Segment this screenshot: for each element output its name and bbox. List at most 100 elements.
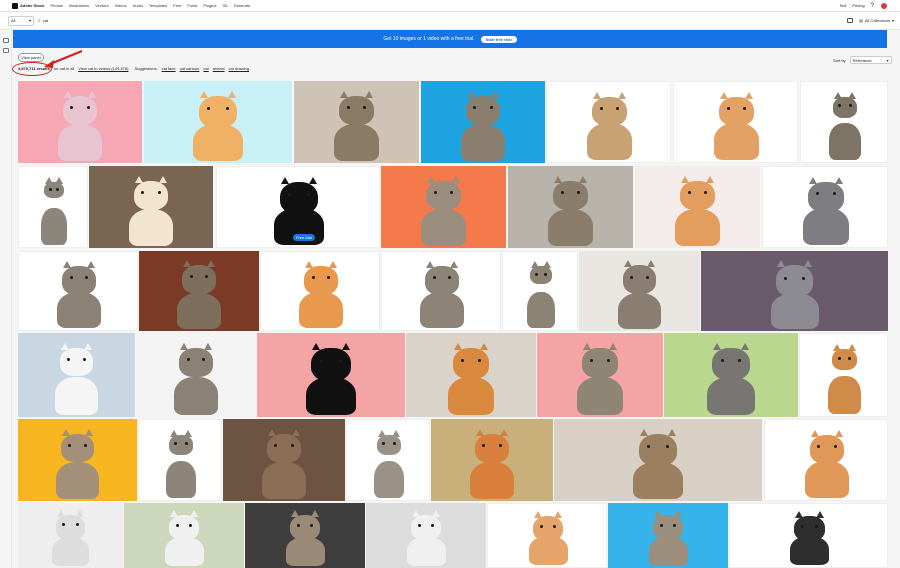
image-result-tile[interactable] <box>18 419 137 501</box>
image-result-tile[interactable] <box>608 503 728 568</box>
cat-eye <box>85 276 89 280</box>
visual-search-icon[interactable] <box>847 18 854 23</box>
image-result-tile[interactable] <box>635 166 760 248</box>
image-result-tile[interactable] <box>664 333 798 417</box>
image-result-tile[interactable] <box>546 81 671 163</box>
image-result-tile[interactable] <box>406 333 536 417</box>
image-result-tile[interactable] <box>701 251 888 331</box>
cat-eye <box>599 107 603 111</box>
image-result-tile[interactable] <box>381 166 506 248</box>
image-result-tile[interactable] <box>124 503 244 568</box>
cat-eye <box>498 443 502 447</box>
image-result-tile[interactable] <box>729 503 888 568</box>
nav-link[interactable]: Photos <box>50 3 62 8</box>
image-result-tile[interactable] <box>136 333 256 417</box>
free-trial-badge[interactable]: Free trial <box>293 234 315 241</box>
image-result-tile[interactable] <box>89 166 213 248</box>
suggestion-link[interactable]: cat <box>203 66 208 71</box>
cat-figure <box>587 123 632 160</box>
image-result-tile[interactable] <box>508 166 633 248</box>
image-result-tile[interactable] <box>800 81 888 163</box>
cat-ear <box>531 261 540 269</box>
nav-link[interactable]: 3D <box>223 3 228 8</box>
image-result-tile[interactable] <box>537 333 663 417</box>
search-icon: ⌕ <box>38 17 41 24</box>
image-result-tile[interactable] <box>381 251 501 331</box>
cat-ear <box>593 91 602 99</box>
cat-eye <box>704 191 708 195</box>
nav-link[interactable]: Templates <box>149 3 167 8</box>
image-result-tile[interactable] <box>18 166 88 248</box>
cat-ear <box>554 175 563 183</box>
search-input[interactable]: ⌕ cat <box>38 16 847 26</box>
image-result-tile[interactable] <box>431 419 553 501</box>
nav-link[interactable]: Videos <box>114 3 126 8</box>
image-result-tile[interactable] <box>223 419 345 501</box>
nav-link[interactable]: Vectors <box>95 3 108 8</box>
nav-link[interactable]: Plugins <box>203 3 216 8</box>
nav-link[interactable]: Generate <box>234 3 251 8</box>
cat-eye <box>645 275 649 279</box>
image-result-tile[interactable] <box>138 419 222 501</box>
suggestion-link[interactable]: cat drawing <box>229 66 249 71</box>
image-result-tile[interactable] <box>487 503 607 568</box>
cat-ear <box>312 343 321 351</box>
nav-link[interactable]: Illustrations <box>69 3 89 8</box>
cat-head <box>712 343 750 380</box>
nav-link[interactable]: Free <box>173 3 181 8</box>
nav-link[interactable]: Audio <box>133 3 143 8</box>
image-result-tile[interactable] <box>762 166 888 248</box>
adobe-stock-logo[interactable]: Adobe Stock <box>12 2 44 9</box>
image-result-tile[interactable] <box>579 251 700 331</box>
image-result-tile[interactable] <box>554 419 762 501</box>
filter-icon[interactable] <box>3 38 9 43</box>
cat-ear <box>427 175 436 183</box>
library-icon[interactable] <box>3 48 9 53</box>
cat-figure <box>177 293 221 329</box>
image-result-tile[interactable] <box>673 81 798 163</box>
image-result-tile[interactable] <box>245 503 365 568</box>
sell-link[interactable]: Sell <box>840 3 847 8</box>
image-result-tile[interactable] <box>18 503 123 568</box>
cat-head <box>809 429 845 465</box>
suggestion-link[interactable]: animal <box>213 66 225 71</box>
image-result-tile[interactable] <box>346 419 430 501</box>
image-result-tile[interactable] <box>799 333 888 417</box>
cat-eye <box>48 187 52 191</box>
image-result-tile[interactable] <box>18 81 142 163</box>
image-result-tile[interactable] <box>366 503 486 568</box>
adobe-logo-icon <box>12 2 18 9</box>
cat-ear <box>713 343 722 351</box>
cat-figure <box>803 208 849 245</box>
cat-head <box>832 344 857 371</box>
suggestion-link[interactable]: cat face <box>162 66 176 71</box>
nav-link[interactable]: Fonts <box>187 3 197 8</box>
image-result-tile[interactable] <box>18 251 138 331</box>
sort-select[interactable]: Relevance ▾ <box>849 56 892 64</box>
image-result-tile[interactable] <box>502 251 578 331</box>
cat-eye <box>432 276 436 280</box>
image-result-tile[interactable] <box>764 419 888 501</box>
image-result-tile[interactable] <box>144 81 292 163</box>
cat-eye <box>346 106 350 110</box>
image-result-tile[interactable] <box>421 81 545 163</box>
image-result-tile[interactable]: Free trial <box>216 166 380 248</box>
cat-eye <box>274 443 278 447</box>
asset-type-select[interactable]: All ▾ <box>8 15 34 26</box>
cat-eye <box>433 191 437 195</box>
collections-select[interactable]: ▤ All Collections ▾ <box>859 18 894 23</box>
image-result-tile[interactable] <box>260 251 380 331</box>
pricing-link[interactable]: Pricing <box>852 3 864 8</box>
cat-eye <box>539 524 543 528</box>
start-free-trial-button[interactable]: Start free trial <box>480 35 517 43</box>
image-result-tile[interactable] <box>18 333 135 417</box>
cat-eye <box>720 359 724 363</box>
suggestion-link[interactable]: cat cartoon <box>180 66 200 71</box>
search-query: cat <box>42 18 49 23</box>
image-result-tile[interactable] <box>139 251 259 331</box>
cat-figure <box>406 536 446 566</box>
image-result-tile[interactable] <box>257 333 405 417</box>
avatar[interactable] <box>880 1 888 10</box>
help-icon[interactable]: ? <box>871 3 874 9</box>
image-result-tile[interactable] <box>294 81 419 163</box>
